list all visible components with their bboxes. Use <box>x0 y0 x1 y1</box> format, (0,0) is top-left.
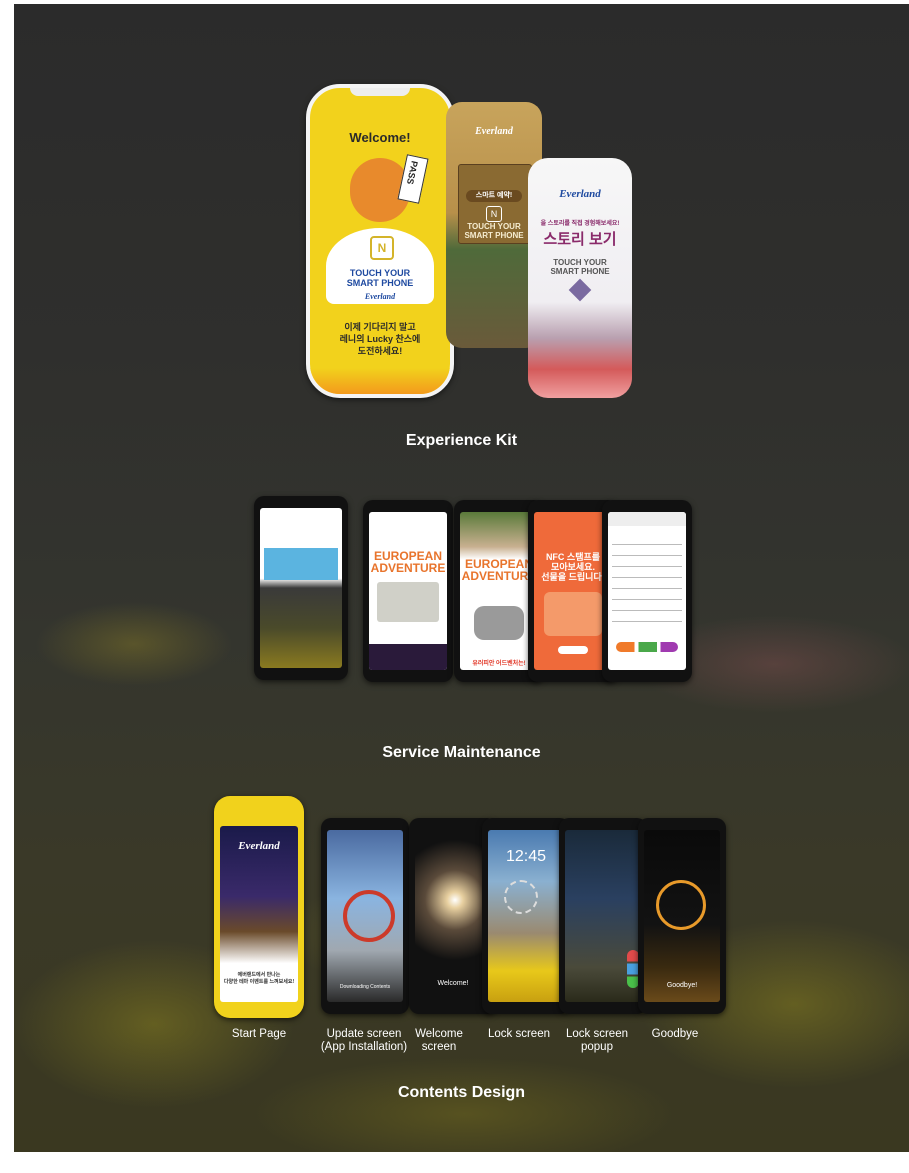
stamp-map <box>544 592 602 636</box>
kit-wood-touch-text: TOUCH YOUR SMART PHONE <box>464 222 524 240</box>
ferris-wheel <box>656 880 706 930</box>
kit-white-touch-text: TOUCH YOUR SMART PHONE <box>550 258 610 276</box>
list-header <box>608 512 686 526</box>
caption-update-screen: Update screen (App Installation) <box>320 1028 408 1053</box>
caption-welcome-screen: Welcome screen <box>415 1028 463 1053</box>
nfc-stamp-text: NFC 스탬프를 모아보세요. 선물을 드립니다! <box>541 552 605 582</box>
kit-white-logo: Everland <box>559 188 601 200</box>
service-phone-2: EUROPEAN ADVENTURE <box>363 500 453 682</box>
list-lines <box>612 534 682 624</box>
start-text: 에버랜드에서 만나는 다양한 테마 이벤트를 느껴보세요! <box>223 972 295 985</box>
nfc-icon-wood: N <box>486 206 502 222</box>
kit-white-title: 스토리 보기 <box>543 231 617 248</box>
goodbye-text: Goodbye! <box>666 982 698 989</box>
welcome-text: Welcome! <box>437 980 469 987</box>
kit-wood-logo: Everland <box>475 126 513 137</box>
service-phone-1 <box>254 496 348 680</box>
carnival-decoration <box>310 368 450 394</box>
kit-welcome-text: Welcome! <box>349 130 411 145</box>
caption-goodbye: Goodbye <box>651 1028 699 1040</box>
content-phone-goodbye: Goodbye! <box>638 818 726 1014</box>
rollercoaster-loop <box>343 890 395 942</box>
lock-time: 12:45 <box>505 848 547 865</box>
app-icon-row <box>369 644 447 670</box>
nfc-icon-white <box>568 278 592 302</box>
nfc-icon: N <box>370 236 394 260</box>
stamp-button <box>558 646 588 654</box>
poster-background: Welcome! PASS N TOUCH YOUR SMART PHONE E… <box>14 4 909 1152</box>
kit-wood-button: 스마트 예약! <box>466 190 522 202</box>
kit-card-white: Everland 을 스토리를 직접 경험해보세요! 스토리 보기 TOUCH … <box>528 158 632 398</box>
caption-lock-screen-popup: Lock screen popup <box>565 1028 628 1053</box>
kit-yellow-touch-text: TOUCH YOUR SMART PHONE <box>346 268 414 288</box>
update-text: Downloading Contents <box>339 984 391 990</box>
section-title-contents-design: Contents Design <box>397 1084 526 1101</box>
kit-yellow-logo: Everland <box>364 292 396 301</box>
content-phone-start: Everland 에버랜드에서 만나는 다양한 테마 이벤트를 느껴보세요! <box>214 796 304 1018</box>
european-title-1: EUROPEAN ADVENTURE <box>370 549 446 575</box>
action-circles <box>616 642 678 652</box>
content-phone-lock-popup <box>559 818 647 1014</box>
european-footer: 유러피안 어드벤처는! <box>472 661 526 667</box>
start-logo: Everland <box>238 840 280 852</box>
content-phone-update: Downloading Contents <box>321 818 409 1014</box>
content-phone-lock: 12:45 <box>482 818 570 1014</box>
caption-lock-screen: Lock screen <box>487 1028 550 1040</box>
windmill-icon <box>504 880 538 914</box>
castle-illustration <box>377 582 439 622</box>
section-title-service-maintenance: Service Maintenance <box>382 744 541 761</box>
service-phone-5 <box>602 500 692 682</box>
map-illustration <box>474 606 524 640</box>
email-banner <box>264 548 338 580</box>
european-title-2: EUROPEAN ADVENTURE <box>461 557 537 583</box>
kit-white-tagline: 을 스토리를 직접 경험해보세요! <box>540 221 620 227</box>
caption-start-page: Start Page <box>231 1028 287 1040</box>
section-title-experience-kit: Experience Kit <box>405 432 518 449</box>
pass-tag: PASS <box>397 154 429 204</box>
kit-card-yellow: Welcome! PASS N TOUCH YOUR SMART PHONE E… <box>306 84 454 398</box>
kit-yellow-korean-3: 도전하세요! <box>357 346 403 356</box>
